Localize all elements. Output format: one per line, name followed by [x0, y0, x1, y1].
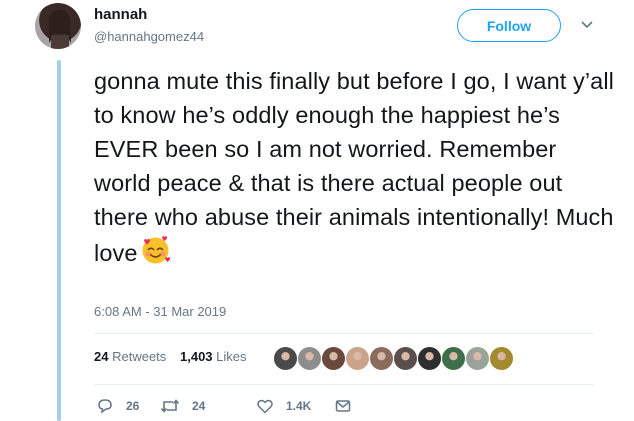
retweets-stat[interactable]: 24 Retweets	[94, 349, 166, 364]
liker-avatar-7[interactable]	[417, 346, 442, 371]
tweet-body: gonna mute this finally but before I go,…	[94, 64, 614, 270]
likes-stat[interactable]: 1,403 Likes	[180, 349, 247, 364]
liker-avatar-10[interactable]	[489, 346, 514, 371]
likes-count: 1,403	[180, 349, 213, 364]
chevron-down-icon[interactable]	[578, 16, 596, 34]
reply-icon	[98, 399, 112, 414]
smiling-face-with-hearts-icon	[140, 234, 171, 265]
tweet-timestamp[interactable]: 6:08 AM - 31 Mar 2019	[94, 304, 226, 319]
user-avatar[interactable]	[35, 3, 81, 49]
liker-avatar-3[interactable]	[321, 346, 346, 371]
follow-button[interactable]: Follow	[457, 9, 561, 42]
retweets-count: 24	[94, 349, 109, 364]
retweets-label: Retweets	[112, 349, 167, 364]
likes-label: Likes	[216, 349, 247, 364]
retweet-action[interactable]: 24	[160, 396, 205, 416]
retweet-count: 24	[192, 399, 206, 413]
tweet-text: gonna mute this finally but before I go,…	[94, 68, 621, 266]
profile-photo-icon	[49, 9, 71, 49]
display-name[interactable]: hannah	[94, 6, 147, 23]
envelope-icon	[335, 400, 351, 412]
reply-action[interactable]: 26	[96, 396, 139, 416]
liker-avatar-4[interactable]	[345, 346, 370, 371]
divider-bottom	[94, 384, 594, 385]
like-action[interactable]: 1.4K	[256, 396, 311, 416]
like-count: 1.4K	[286, 399, 312, 413]
liker-avatar-6[interactable]	[393, 346, 418, 371]
liker-avatar-2[interactable]	[297, 346, 322, 371]
reply-count: 26	[126, 399, 140, 413]
liker-avatar-1[interactable]	[273, 346, 298, 371]
divider-top	[94, 333, 594, 334]
liker-avatar-5[interactable]	[369, 346, 394, 371]
retweet-icon	[160, 399, 180, 413]
thread-connector-line	[57, 60, 61, 421]
user-handle[interactable]: @hannahgomez44	[94, 29, 204, 44]
liker-avatar-8[interactable]	[441, 346, 466, 371]
liker-avatar-9[interactable]	[465, 346, 490, 371]
heart-icon	[257, 399, 273, 414]
direct-message-action[interactable]	[334, 396, 352, 416]
